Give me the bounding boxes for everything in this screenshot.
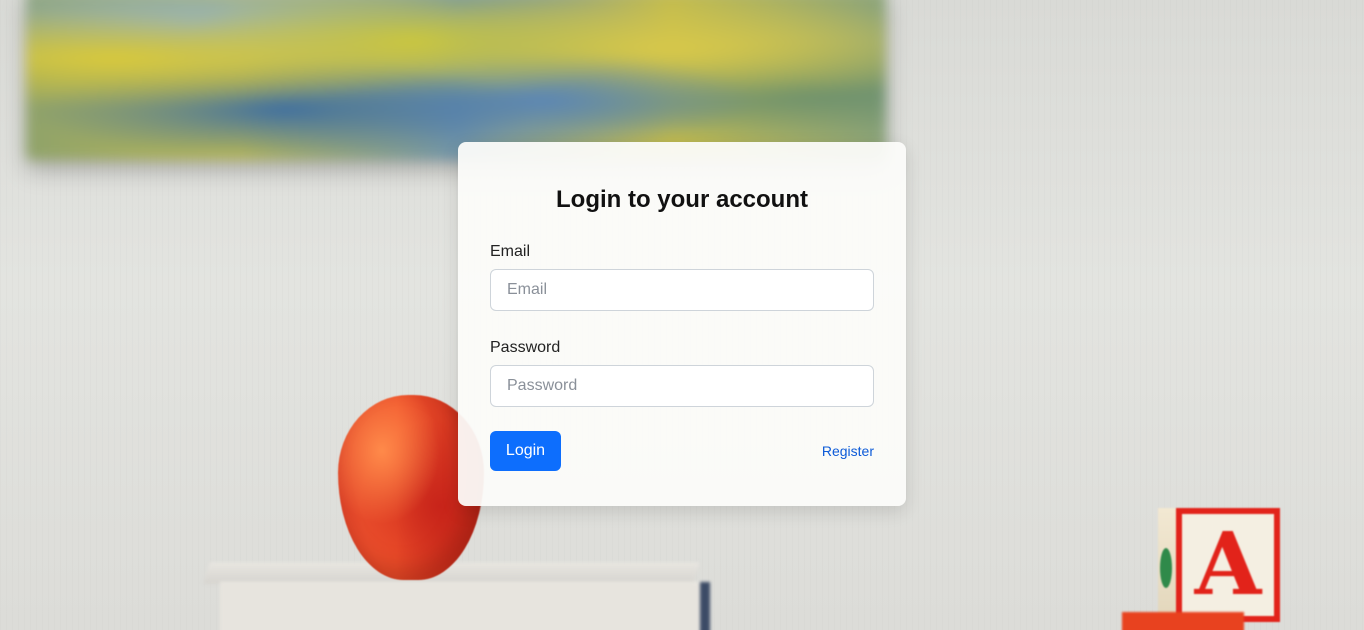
login-card: Login to your account Email Password Log… (458, 142, 906, 506)
email-input[interactable] (490, 269, 874, 311)
password-input[interactable] (490, 365, 874, 407)
background-book (202, 562, 710, 630)
background-painting (26, 0, 886, 160)
login-actions: Login Register (490, 431, 874, 471)
alphabet-block-lower (1122, 612, 1244, 630)
block-side (1158, 508, 1176, 622)
block-letter: A (1176, 508, 1280, 622)
register-link[interactable]: Register (822, 443, 874, 459)
email-label: Email (490, 243, 531, 260)
book-spine (700, 582, 710, 630)
login-title: Login to your account (556, 186, 808, 213)
book-pages (220, 582, 708, 630)
alphabet-block: A (1158, 508, 1280, 622)
password-label: Password (490, 339, 561, 356)
login-button[interactable]: Login (490, 431, 561, 471)
